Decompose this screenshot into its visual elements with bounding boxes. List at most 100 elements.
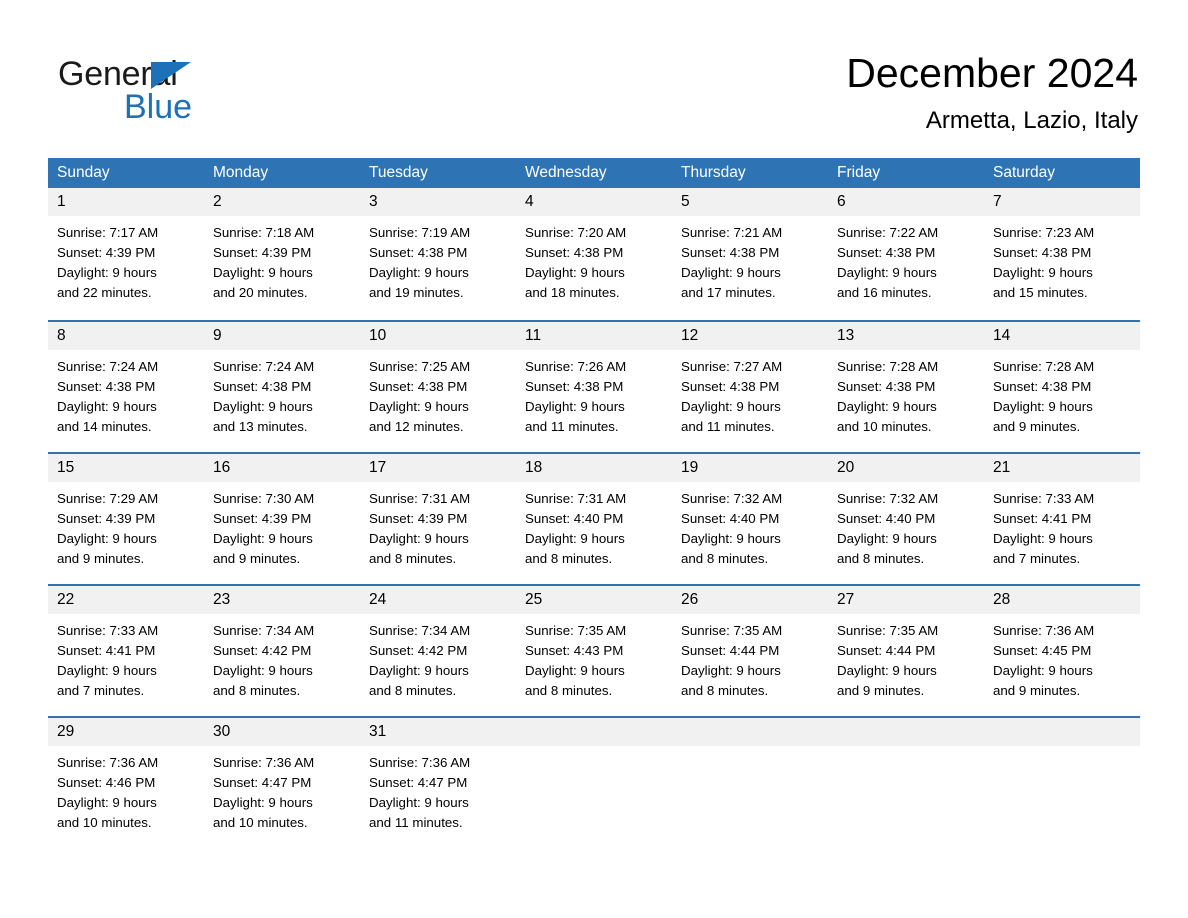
day-info: Sunrise: 7:23 AM Sunset: 4:38 PM Dayligh… xyxy=(984,216,1140,303)
daylight-text-line2: and 10 minutes. xyxy=(57,815,152,830)
day-number: 19 xyxy=(672,454,828,482)
logo-triangle-icon xyxy=(151,62,191,89)
sunrise-text: Sunrise: 7:32 AM xyxy=(837,491,939,506)
weekday-header-friday: Friday xyxy=(837,164,881,181)
sunrise-text: Sunrise: 7:27 AM xyxy=(681,359,783,374)
day-cell[interactable]: 2 Sunrise: 7:18 AM Sunset: 4:39 PM Dayli… xyxy=(204,188,360,320)
daylight-text-line1: Daylight: 9 hours xyxy=(213,531,313,546)
weekday-header-sunday: Sunday xyxy=(57,164,110,181)
calendar-grid: Sunday Monday Tuesday Wednesday Thursday… xyxy=(48,158,1140,838)
day-cell[interactable]: 23 Sunrise: 7:34 AM Sunset: 4:42 PM Dayl… xyxy=(204,586,360,716)
sunset-text: Sunset: 4:43 PM xyxy=(525,643,624,658)
daylight-text-line1: Daylight: 9 hours xyxy=(993,663,1093,678)
day-cell[interactable]: 13 Sunrise: 7:28 AM Sunset: 4:38 PM Dayl… xyxy=(828,322,984,452)
day-cell[interactable]: 11 Sunrise: 7:26 AM Sunset: 4:38 PM Dayl… xyxy=(516,322,672,452)
day-cell[interactable]: 19 Sunrise: 7:32 AM Sunset: 4:40 PM Dayl… xyxy=(672,454,828,584)
daylight-text-line1: Daylight: 9 hours xyxy=(57,795,157,810)
daylight-text-line2: and 9 minutes. xyxy=(993,419,1081,434)
day-info: Sunrise: 7:33 AM Sunset: 4:41 PM Dayligh… xyxy=(984,482,1140,569)
sunset-text: Sunset: 4:39 PM xyxy=(213,245,312,260)
day-cell[interactable]: 29 Sunrise: 7:36 AM Sunset: 4:46 PM Dayl… xyxy=(48,718,204,838)
day-cell[interactable]: 24 Sunrise: 7:34 AM Sunset: 4:42 PM Dayl… xyxy=(360,586,516,716)
daylight-text-line2: and 16 minutes. xyxy=(837,285,932,300)
day-cell[interactable]: 22 Sunrise: 7:33 AM Sunset: 4:41 PM Dayl… xyxy=(48,586,204,716)
day-cell[interactable]: 1 Sunrise: 7:17 AM Sunset: 4:39 PM Dayli… xyxy=(48,188,204,320)
day-cell[interactable]: 4 Sunrise: 7:20 AM Sunset: 4:38 PM Dayli… xyxy=(516,188,672,320)
daylight-text-line2: and 8 minutes. xyxy=(369,683,457,698)
sunset-text: Sunset: 4:42 PM xyxy=(369,643,468,658)
day-cell[interactable]: 9 Sunrise: 7:24 AM Sunset: 4:38 PM Dayli… xyxy=(204,322,360,452)
sunrise-text: Sunrise: 7:31 AM xyxy=(525,491,627,506)
day-info: Sunrise: 7:32 AM Sunset: 4:40 PM Dayligh… xyxy=(828,482,984,569)
daylight-text-line2: and 8 minutes. xyxy=(525,683,613,698)
sunset-text: Sunset: 4:39 PM xyxy=(57,511,156,526)
day-cell[interactable]: 12 Sunrise: 7:27 AM Sunset: 4:38 PM Dayl… xyxy=(672,322,828,452)
day-number: 28 xyxy=(984,586,1140,614)
day-number: 9 xyxy=(204,322,360,350)
day-info: Sunrise: 7:18 AM Sunset: 4:39 PM Dayligh… xyxy=(204,216,360,303)
day-number xyxy=(516,718,672,746)
sunset-text: Sunset: 4:38 PM xyxy=(525,379,624,394)
sunrise-text: Sunrise: 7:33 AM xyxy=(57,623,159,638)
sunrise-text: Sunrise: 7:25 AM xyxy=(369,359,471,374)
day-cell[interactable]: 15 Sunrise: 7:29 AM Sunset: 4:39 PM Dayl… xyxy=(48,454,204,584)
day-cell[interactable]: 17 Sunrise: 7:31 AM Sunset: 4:39 PM Dayl… xyxy=(360,454,516,584)
daylight-text-line1: Daylight: 9 hours xyxy=(369,265,469,280)
day-cell-empty xyxy=(984,718,1140,838)
sunset-text: Sunset: 4:47 PM xyxy=(369,775,468,790)
general-blue-logo[interactable]: General Blue xyxy=(58,54,298,126)
sunset-text: Sunset: 4:45 PM xyxy=(993,643,1092,658)
sunrise-text: Sunrise: 7:22 AM xyxy=(837,225,939,240)
day-cell[interactable]: 5 Sunrise: 7:21 AM Sunset: 4:38 PM Dayli… xyxy=(672,188,828,320)
calendar-page: General Blue December 2024 Armetta, Lazi… xyxy=(0,0,1188,918)
weekday-header-row: Sunday Monday Tuesday Wednesday Thursday… xyxy=(48,158,1140,188)
day-cell[interactable]: 30 Sunrise: 7:36 AM Sunset: 4:47 PM Dayl… xyxy=(204,718,360,838)
daylight-text-line1: Daylight: 9 hours xyxy=(837,265,937,280)
sunset-text: Sunset: 4:39 PM xyxy=(213,511,312,526)
sunrise-text: Sunrise: 7:18 AM xyxy=(213,225,315,240)
weekday-header-thursday: Thursday xyxy=(681,164,746,181)
day-cell[interactable]: 6 Sunrise: 7:22 AM Sunset: 4:38 PM Dayli… xyxy=(828,188,984,320)
day-info: Sunrise: 7:24 AM Sunset: 4:38 PM Dayligh… xyxy=(48,350,204,437)
daylight-text-line1: Daylight: 9 hours xyxy=(993,265,1093,280)
daylight-text-line1: Daylight: 9 hours xyxy=(525,399,625,414)
sunrise-text: Sunrise: 7:35 AM xyxy=(681,623,783,638)
day-cell[interactable]: 14 Sunrise: 7:28 AM Sunset: 4:38 PM Dayl… xyxy=(984,322,1140,452)
daylight-text-line2: and 8 minutes. xyxy=(213,683,301,698)
daylight-text-line2: and 12 minutes. xyxy=(369,419,464,434)
day-cell[interactable]: 10 Sunrise: 7:25 AM Sunset: 4:38 PM Dayl… xyxy=(360,322,516,452)
day-cell[interactable]: 27 Sunrise: 7:35 AM Sunset: 4:44 PM Dayl… xyxy=(828,586,984,716)
daylight-text-line2: and 11 minutes. xyxy=(681,419,775,434)
day-info: Sunrise: 7:29 AM Sunset: 4:39 PM Dayligh… xyxy=(48,482,204,569)
day-info: Sunrise: 7:31 AM Sunset: 4:39 PM Dayligh… xyxy=(360,482,516,569)
sunrise-text: Sunrise: 7:35 AM xyxy=(837,623,939,638)
sunrise-text: Sunrise: 7:24 AM xyxy=(213,359,315,374)
day-cell[interactable]: 26 Sunrise: 7:35 AM Sunset: 4:44 PM Dayl… xyxy=(672,586,828,716)
sunset-text: Sunset: 4:44 PM xyxy=(681,643,780,658)
day-number: 22 xyxy=(48,586,204,614)
day-cell[interactable]: 25 Sunrise: 7:35 AM Sunset: 4:43 PM Dayl… xyxy=(516,586,672,716)
sunrise-text: Sunrise: 7:36 AM xyxy=(213,755,315,770)
daylight-text-line2: and 10 minutes. xyxy=(213,815,308,830)
day-cell[interactable]: 28 Sunrise: 7:36 AM Sunset: 4:45 PM Dayl… xyxy=(984,586,1140,716)
day-cell[interactable]: 3 Sunrise: 7:19 AM Sunset: 4:38 PM Dayli… xyxy=(360,188,516,320)
week-row: 15 Sunrise: 7:29 AM Sunset: 4:39 PM Dayl… xyxy=(48,452,1140,584)
sunset-text: Sunset: 4:44 PM xyxy=(837,643,936,658)
daylight-text-line1: Daylight: 9 hours xyxy=(681,663,781,678)
day-cell[interactable]: 20 Sunrise: 7:32 AM Sunset: 4:40 PM Dayl… xyxy=(828,454,984,584)
sunrise-text: Sunrise: 7:21 AM xyxy=(681,225,783,240)
sunset-text: Sunset: 4:47 PM xyxy=(213,775,312,790)
day-cell[interactable]: 16 Sunrise: 7:30 AM Sunset: 4:39 PM Dayl… xyxy=(204,454,360,584)
day-cell[interactable]: 7 Sunrise: 7:23 AM Sunset: 4:38 PM Dayli… xyxy=(984,188,1140,320)
sunset-text: Sunset: 4:39 PM xyxy=(369,511,468,526)
day-cell[interactable]: 21 Sunrise: 7:33 AM Sunset: 4:41 PM Dayl… xyxy=(984,454,1140,584)
day-cell[interactable]: 18 Sunrise: 7:31 AM Sunset: 4:40 PM Dayl… xyxy=(516,454,672,584)
daylight-text-line1: Daylight: 9 hours xyxy=(57,663,157,678)
day-cell[interactable]: 8 Sunrise: 7:24 AM Sunset: 4:38 PM Dayli… xyxy=(48,322,204,452)
day-number: 26 xyxy=(672,586,828,614)
day-info: Sunrise: 7:25 AM Sunset: 4:38 PM Dayligh… xyxy=(360,350,516,437)
day-number: 12 xyxy=(672,322,828,350)
week-row: 29 Sunrise: 7:36 AM Sunset: 4:46 PM Dayl… xyxy=(48,716,1140,838)
day-cell[interactable]: 31 Sunrise: 7:36 AM Sunset: 4:47 PM Dayl… xyxy=(360,718,516,838)
day-info: Sunrise: 7:34 AM Sunset: 4:42 PM Dayligh… xyxy=(204,614,360,701)
